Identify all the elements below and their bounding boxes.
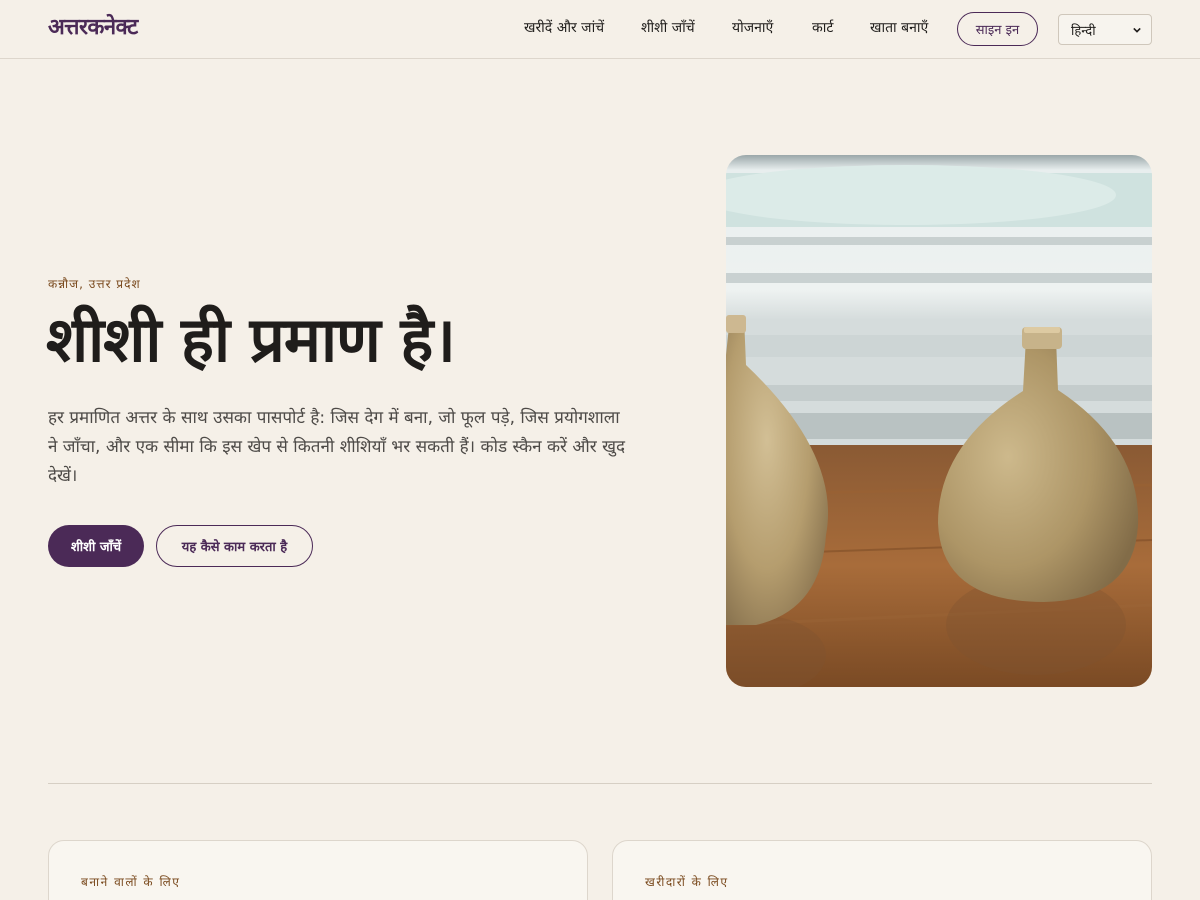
hero-image-attar-bottles [726,155,1152,687]
nav-link-cart[interactable]: कार्ट [812,18,833,37]
hero-description: हर प्रमाणित अत्तर के साथ उसका पासपोर्ट ह… [48,408,626,486]
language-selected-value: हिन्दी [1071,23,1096,39]
how-it-works-button[interactable]: यह कैसे काम करता है [156,525,313,567]
site-header: अत्तरकनेक्ट खरीदें और जांचें शीशी जाँचें… [0,0,1200,59]
section-divider [48,783,1152,784]
hero-title: शीशी ही प्रमाण है। [46,303,456,376]
nav-link-create-account[interactable]: खाता बनाएँ [870,18,928,37]
card-label-makers: बनाने वालों के लिए [81,875,181,889]
card-label-buyers: खरीदारों के लिए [645,875,729,889]
nav-link-shop-verify[interactable]: खरीदें और जांचें [524,18,604,37]
card-for-makers[interactable]: बनाने वालों के लिए [48,840,588,900]
nav-link-check-bottle[interactable]: शीशी जाँचें [641,18,695,37]
hero-eyebrow: कन्नौज, उत्तर प्रदेश [48,277,141,291]
language-select[interactable]: हिन्दी [1058,14,1152,45]
nav-link-plans[interactable]: योजनाएँ [732,18,773,37]
card-for-buyers[interactable]: खरीदारों के लिए [612,840,1152,900]
signin-button[interactable]: साइन इन [957,12,1038,46]
brand-logo[interactable]: अत्तरकनेक्ट [48,11,138,41]
check-bottle-button[interactable]: शीशी जाँचें [48,525,144,567]
chevron-down-icon [1133,27,1141,33]
attar-bottles-illustration [726,155,1152,687]
